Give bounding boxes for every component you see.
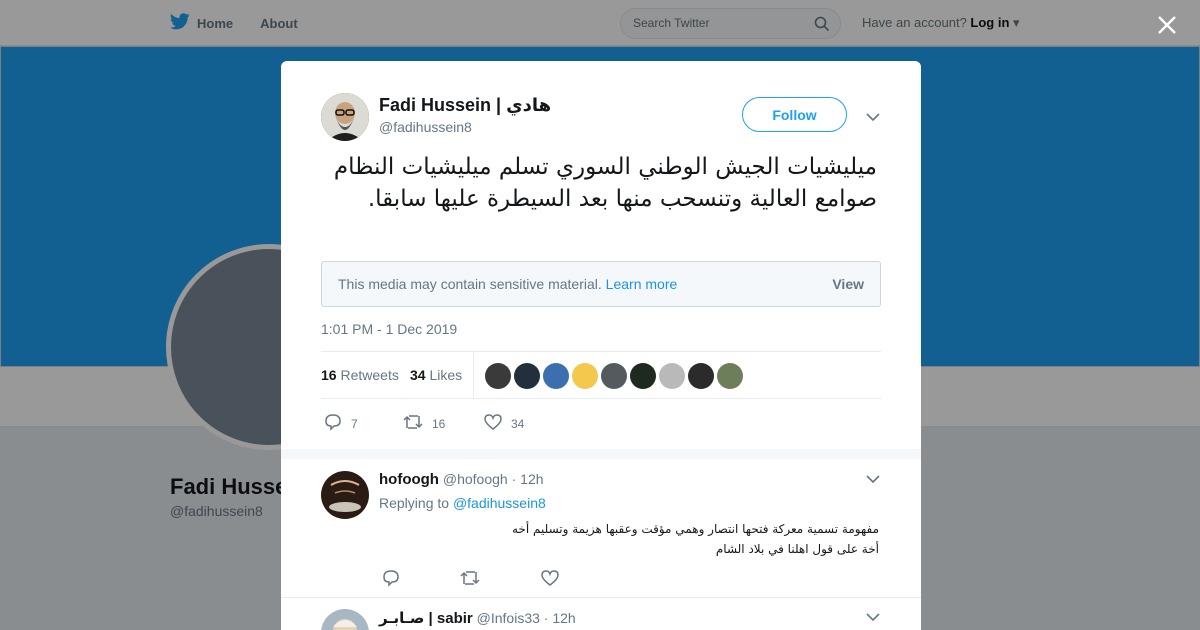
replies-divider [281, 449, 921, 459]
author-handle[interactable]: @fadihussein8 [379, 119, 472, 135]
retweet-icon[interactable] [459, 569, 481, 592]
replying-to: Replying to @fadihussein8 [379, 495, 546, 511]
reply-avatar[interactable] [321, 471, 369, 519]
reply-author-handle[interactable]: @hofoogh [443, 471, 508, 487]
like-count: 34 [511, 416, 525, 431]
like-action[interactable]: 34 [483, 413, 524, 434]
liker-avatar[interactable] [514, 363, 540, 389]
liker-avatars [485, 363, 743, 389]
reply-avatar[interactable] [321, 609, 369, 630]
author-avatar[interactable] [321, 93, 369, 141]
liker-avatar[interactable] [630, 363, 656, 389]
liker-avatar[interactable] [659, 363, 685, 389]
heart-icon[interactable] [540, 569, 560, 592]
chevron-down-icon[interactable] [866, 109, 880, 127]
heart-icon [483, 413, 503, 434]
reply-author-name[interactable]: hofoogh [379, 471, 439, 488]
retweet-count: 16 [432, 416, 446, 431]
reply-count: 7 [351, 416, 358, 431]
liker-avatar[interactable] [717, 363, 743, 389]
reply-action[interactable]: 7 [323, 413, 358, 434]
reply-text: مفهومة تسمية معركة فتحها انتصار وهمي مؤق… [379, 519, 879, 559]
liker-avatar[interactable] [572, 363, 598, 389]
retweets-stat[interactable]: 16 Retweets [321, 367, 399, 383]
dot-separator: · [511, 471, 517, 487]
liker-avatar[interactable] [601, 363, 627, 389]
chevron-down-icon[interactable] [866, 471, 880, 489]
liker-avatar[interactable] [543, 363, 569, 389]
replying-prefix: Replying to [379, 495, 450, 511]
reply-separator [281, 597, 921, 598]
tweet-modal: Fadi Hussein | هادي @fadihussein8 Follow… [281, 61, 921, 630]
tweet-stats: 16 Retweets 34 Likes [321, 351, 881, 399]
tweet-timestamp[interactable]: 1:01 PM - 1 Dec 2019 [321, 321, 457, 337]
reply-actions [381, 569, 581, 589]
likes-label: Likes [429, 367, 463, 383]
liker-avatar[interactable] [485, 363, 511, 389]
retweet-icon [402, 413, 424, 434]
reply-icon [323, 413, 343, 434]
learn-more-link[interactable]: Learn more [606, 276, 678, 292]
reply-time[interactable]: 12h [520, 471, 543, 487]
author-name[interactable]: Fadi Hussein | هادي [379, 95, 551, 116]
retweets-label: Retweets [340, 367, 399, 383]
reply-text-line: مفهومة تسمية معركة فتحها انتصار وهمي مؤق… [511, 522, 879, 536]
tweet-text: ميليشيات الجيش الوطني السوري تسلم ميليشي… [333, 154, 877, 212]
stats-separator [473, 352, 474, 399]
reply-header: صـابـر | sabir @Infois33 · 12h [379, 609, 576, 627]
chevron-down-icon[interactable] [866, 609, 880, 627]
follow-button[interactable]: Follow [742, 97, 847, 132]
retweets-count: 16 [321, 367, 337, 383]
retweet-action[interactable]: 16 [402, 413, 445, 434]
sensitive-media-notice: This media may contain sensitive materia… [321, 261, 881, 307]
dot-separator: · [543, 610, 549, 626]
reply-header: hofoogh @hofoogh · 12h [379, 471, 544, 488]
reply-text-line: أخة على قول اهلنا في بلاد الشام [715, 542, 879, 556]
view-media-button[interactable]: View [832, 276, 864, 292]
reply-author-handle[interactable]: @Infois33 [477, 610, 540, 626]
close-icon[interactable] [1155, 13, 1179, 37]
reply-time[interactable]: 12h [552, 610, 575, 626]
sensitive-text: This media may contain sensitive materia… [338, 276, 602, 292]
replying-to-link[interactable]: @fadihussein8 [453, 495, 546, 511]
likes-count: 34 [410, 367, 426, 383]
reply-author-name[interactable]: صـابـر | sabir [379, 610, 473, 627]
liker-avatar[interactable] [688, 363, 714, 389]
likes-stat[interactable]: 34 Likes [410, 367, 462, 383]
reply-icon[interactable] [381, 569, 401, 592]
